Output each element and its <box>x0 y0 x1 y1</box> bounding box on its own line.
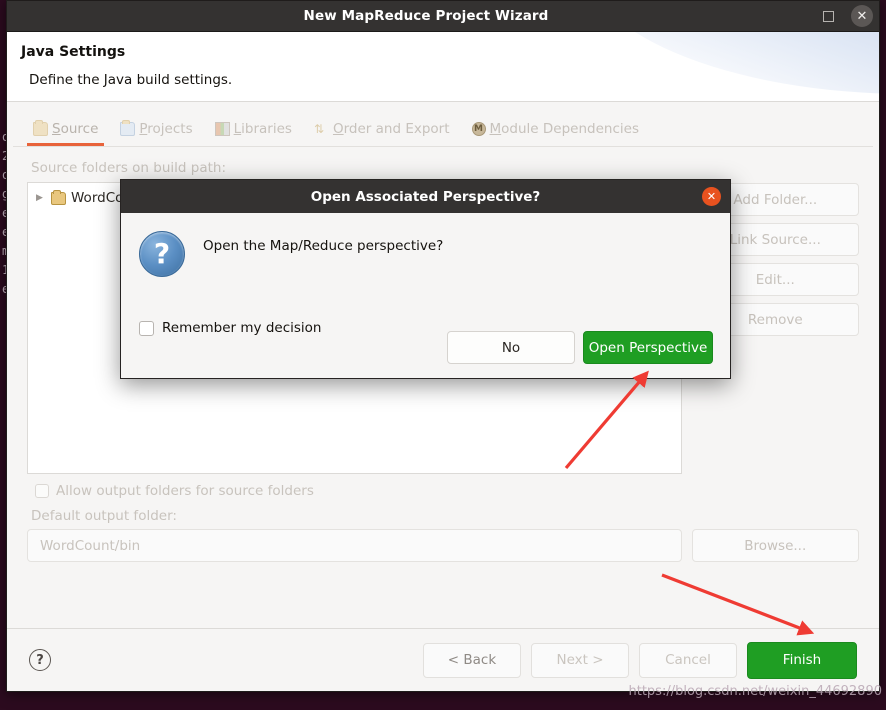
build-path-tabs: Source Projects Libraries ⇅ Order and Ex… <box>27 116 859 146</box>
list-item-label: WordCo <box>71 190 123 206</box>
tab-libraries-label: Libraries <box>234 121 292 137</box>
remember-decision-checkbox[interactable] <box>139 321 154 336</box>
libraries-books-icon <box>215 122 230 136</box>
tab-projects[interactable]: Projects <box>120 116 192 146</box>
tab-order-and-export[interactable]: ⇅ Order and Export <box>314 116 450 146</box>
wizard-header: Java Settings Define the Java build sett… <box>7 32 879 102</box>
page-title: Java Settings <box>21 44 125 60</box>
dialog-titlebar: Open Associated Perspective? ✕ <box>121 180 730 213</box>
source-folder-icon <box>51 192 66 205</box>
close-icon: ✕ <box>851 5 873 27</box>
remember-decision-label: Remember my decision <box>162 320 321 336</box>
tab-source[interactable]: Source <box>33 116 98 146</box>
no-button[interactable]: No <box>447 331 575 364</box>
default-output-folder-label: Default output folder: <box>31 508 859 524</box>
source-folder-icon <box>33 122 48 136</box>
back-button[interactable]: < Back <box>423 643 521 678</box>
default-output-folder-row: WordCount/bin Browse... <box>27 529 859 562</box>
tab-module-dependencies[interactable]: M Module Dependencies <box>472 116 639 146</box>
allow-output-folders-row[interactable]: Allow output folders for source folders <box>35 483 859 499</box>
dialog-title: Open Associated Perspective? <box>311 189 541 205</box>
maximize-icon <box>823 11 834 22</box>
watermark-url: https://blog.csdn.net/weixin_44692890 <box>628 684 882 699</box>
maximize-button[interactable] <box>811 1 845 32</box>
dialog-buttons: No Open Perspective <box>447 331 713 364</box>
tab-libraries[interactable]: Libraries <box>215 116 292 146</box>
close-button[interactable]: ✕ <box>845 1 879 32</box>
finish-button[interactable]: Finish <box>747 642 857 679</box>
window-titlebar: New MapReduce Project Wizard ✕ <box>7 1 879 32</box>
page-description: Define the Java build settings. <box>29 72 232 88</box>
help-icon[interactable]: ? <box>29 649 51 671</box>
dialog-message: Open the Map/Reduce perspective? <box>203 238 443 254</box>
open-perspective-button[interactable]: Open Perspective <box>583 331 713 364</box>
collapsed-arrow-icon[interactable]: ▶ <box>36 193 46 203</box>
order-arrows-icon: ⇅ <box>314 122 329 136</box>
projects-folder-icon <box>120 122 135 136</box>
open-associated-perspective-dialog: Open Associated Perspective? ✕ ? Open th… <box>120 179 731 379</box>
tab-module-dependencies-label: Module Dependencies <box>490 121 639 137</box>
allow-output-folders-checkbox[interactable] <box>35 484 49 498</box>
wizard-footer: ? < Back Next > Cancel Finish <box>7 628 879 691</box>
remember-decision-row[interactable]: Remember my decision <box>139 320 321 336</box>
window-title: New MapReduce Project Wizard <box>41 8 811 24</box>
close-icon[interactable]: ✕ <box>702 187 721 206</box>
next-button[interactable]: Next > <box>531 643 629 678</box>
tab-source-label: Source <box>52 121 98 137</box>
tabstrip-divider <box>13 146 873 147</box>
module-dependencies-icon: M <box>472 122 486 136</box>
header-banner-graphic <box>579 32 879 94</box>
allow-output-folders-label: Allow output folders for source folders <box>56 483 314 499</box>
tab-order-and-export-label: Order and Export <box>333 121 450 137</box>
browse-button[interactable]: Browse... <box>692 529 859 562</box>
source-folders-label: Source folders on build path: <box>31 160 859 176</box>
default-output-folder-input[interactable]: WordCount/bin <box>27 529 682 562</box>
question-icon: ? <box>139 231 185 277</box>
tab-projects-label: Projects <box>139 121 192 137</box>
cancel-button[interactable]: Cancel <box>639 643 737 678</box>
dialog-body: ? Open the Map/Reduce perspective? Remem… <box>121 213 730 378</box>
